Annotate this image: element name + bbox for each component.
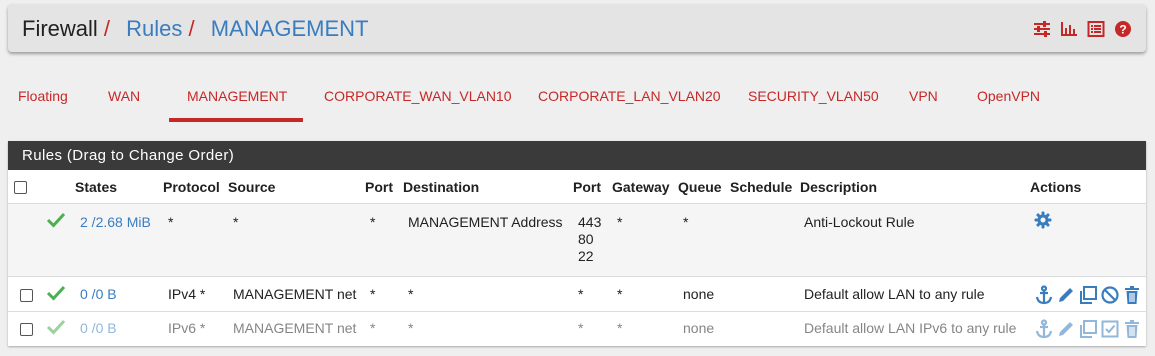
tab-security-vlan50[interactable]: SECURITY_VLAN50 xyxy=(748,78,879,122)
description-value: Default allow LAN IPv6 to any rule xyxy=(804,320,1017,336)
table-row[interactable]: 2 /2.68 MiB * * * MANAGEMENT Address 443… xyxy=(8,203,1146,277)
states-link[interactable]: 2 /2.68 MiB xyxy=(80,214,151,230)
source-value: * xyxy=(233,214,239,230)
tab-corporate-lan-vlan20[interactable]: CORPORATE_LAN_VLAN20 xyxy=(538,78,721,122)
protocol-value: IPv4 * xyxy=(168,286,206,302)
row-actions xyxy=(1034,285,1142,305)
anchor-icon[interactable] xyxy=(1034,285,1054,305)
destination-value: * xyxy=(408,320,414,336)
sliders-icon[interactable] xyxy=(1033,20,1051,38)
breadcrumb-separator: / xyxy=(103,16,111,41)
tab-wan[interactable]: WAN xyxy=(108,78,140,122)
queue-value: none xyxy=(683,320,715,336)
help-icon[interactable]: ? xyxy=(1114,20,1132,38)
tab-vpn[interactable]: VPN xyxy=(909,78,938,122)
row-checkbox[interactable] xyxy=(20,289,33,302)
anchor-icon[interactable] xyxy=(1034,319,1054,339)
header-icons: ? xyxy=(1033,20,1132,38)
tab-openvpn[interactable]: OpenVPN xyxy=(977,78,1040,122)
col-actions: Actions xyxy=(1030,179,1082,195)
gateway-value: * xyxy=(617,320,623,336)
rules-panel: Rules (Drag to Change Order) States Prot… xyxy=(8,141,1146,346)
bar-chart-icon[interactable] xyxy=(1060,20,1078,38)
pencil-icon[interactable] xyxy=(1056,285,1076,305)
tab-management[interactable]: MANAGEMENT xyxy=(169,78,303,122)
states-link[interactable]: 0 /0 B xyxy=(80,286,117,302)
list-icon[interactable] xyxy=(1087,20,1105,38)
col-port: Port xyxy=(365,179,393,195)
queue-value: none xyxy=(683,286,715,302)
table-row[interactable]: 0 /0 B IPv6 * MANAGEMENT net * * * * non… xyxy=(8,312,1146,346)
description-value: Anti-Lockout Rule xyxy=(804,214,915,230)
gateway-value: * xyxy=(617,286,623,302)
breadcrumb-separator: / xyxy=(188,16,195,41)
breadcrumb-current[interactable]: MANAGEMENT xyxy=(211,16,369,41)
svg-text:?: ? xyxy=(1119,23,1126,37)
tab-floating[interactable]: Floating xyxy=(18,78,68,122)
dest-port-value: 443 80 22 xyxy=(578,214,602,264)
page-header: Firewall / Rules / MANAGEMENT ? xyxy=(8,4,1146,52)
destination-value: * xyxy=(408,286,414,302)
disable-icon[interactable] xyxy=(1100,285,1120,305)
breadcrumb: Firewall / Rules / MANAGEMENT xyxy=(22,16,368,42)
protocol-value: * xyxy=(168,214,174,230)
source-port-value: * xyxy=(370,320,376,336)
pencil-icon[interactable] xyxy=(1056,319,1076,339)
destination-value: MANAGEMENT Address xyxy=(408,214,563,230)
check-icon xyxy=(46,285,66,301)
copy-icon[interactable] xyxy=(1078,319,1098,339)
col-protocol: Protocol xyxy=(163,179,220,195)
source-port-value: * xyxy=(370,214,376,230)
row-actions xyxy=(1034,319,1142,339)
breadcrumb-root: Firewall xyxy=(22,16,98,41)
check-icon xyxy=(46,212,66,228)
trash-icon[interactable] xyxy=(1122,285,1142,305)
dest-port-value: * xyxy=(578,320,584,336)
states-link[interactable]: 0 /0 B xyxy=(80,320,117,336)
breadcrumb-rules-link[interactable]: Rules xyxy=(126,16,182,41)
copy-icon[interactable] xyxy=(1078,285,1098,305)
panel-title: Rules (Drag to Change Order) xyxy=(8,141,1146,170)
select-all-checkbox[interactable] xyxy=(14,181,27,194)
table-row[interactable]: 0 /0 B IPv4 * MANAGEMENT net * * * * non… xyxy=(8,277,1146,312)
check-icon xyxy=(46,319,66,335)
description-value: Default allow LAN to any rule xyxy=(804,286,985,302)
protocol-value: IPv6 * xyxy=(168,320,206,336)
trash-icon[interactable] xyxy=(1122,319,1142,339)
gateway-value: * xyxy=(617,214,623,230)
col-states: States xyxy=(75,179,118,195)
source-port-value: * xyxy=(370,286,376,302)
source-value: MANAGEMENT net xyxy=(233,320,357,336)
col-schedule: Schedule xyxy=(730,179,793,195)
tab-corporate-wan-vlan10[interactable]: CORPORATE_WAN_VLAN10 xyxy=(324,78,512,122)
col-queue: Queue xyxy=(678,179,722,195)
col-description: Description xyxy=(800,179,878,195)
enable-icon[interactable] xyxy=(1100,319,1120,339)
col-source: Source xyxy=(228,179,276,195)
dest-port-value: * xyxy=(578,286,584,302)
col-destination: Destination xyxy=(403,179,480,195)
gear-icon[interactable] xyxy=(1034,211,1052,229)
source-value: MANAGEMENT net xyxy=(233,286,357,302)
row-checkbox[interactable] xyxy=(20,323,33,336)
col-gateway: Gateway xyxy=(612,179,670,195)
col-dest-port: Port xyxy=(573,179,601,195)
queue-value: * xyxy=(683,214,689,230)
